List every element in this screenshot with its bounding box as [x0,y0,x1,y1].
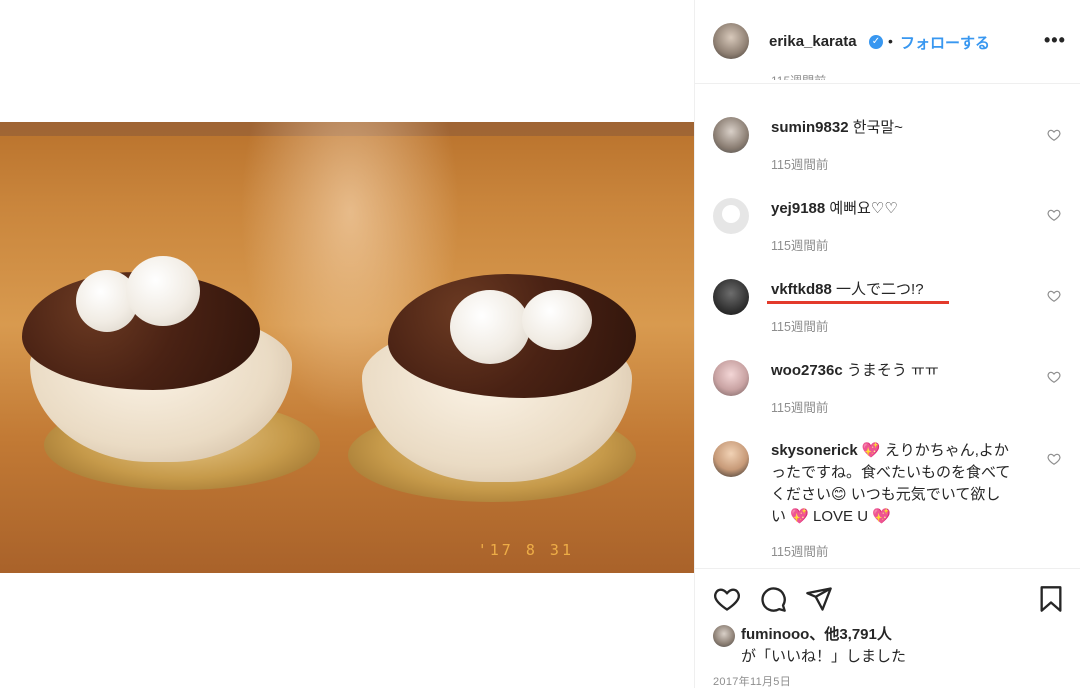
comment-like-icon[interactable] [1047,370,1061,384]
author-username[interactable]: erika_karata [769,33,857,50]
comment-body: sumin9832 한국말~ [771,117,1041,139]
verified-badge-icon: ✓ [869,35,883,49]
comment-username[interactable]: sumin9832 [771,119,849,136]
comment-body: yej9188 예뻐요♡♡ [771,198,1041,220]
comment-text: 一人で二つ!? [836,281,924,298]
comment-text: 예뻐요♡♡ [829,200,898,217]
likes-summary[interactable]: fuminooo、他3,791人 [741,623,892,644]
author-avatar[interactable] [713,23,749,59]
comment-body: skysonerick 💖 えりかちゃん,よか ったですね。食べたいものを食べて… [771,440,1031,528]
comment-time[interactable]: 115週間前 [771,235,828,254]
comment-like-icon[interactable] [1047,289,1061,303]
post-media-area: '17 8 31 [0,0,694,688]
more-options-button[interactable]: ••• [1044,30,1066,51]
comment-like-icon[interactable] [1047,128,1061,142]
commenter-avatar[interactable] [713,279,749,315]
comment-time[interactable]: 115週間前 [771,154,828,173]
comment-body: woo2736c うまそう ㅠㅠ [771,360,1041,382]
post-header: erika_karata ✓ • フォローする ••• 115週間前 [695,0,1080,84]
comment-text-line-1: 💖 えりかちゃん,よか [861,442,1009,459]
likes-summary-suffix: が「いいね！」しました [741,648,907,665]
photo-date-stamp: '17 8 31 [477,541,574,559]
red-highlight-underline [767,301,949,304]
comment-like-icon[interactable] [1047,208,1061,222]
post-date[interactable]: 2017年11月5日 [713,673,791,688]
comment-text-line-2: ったですね。食べたいものを食べて [771,464,1011,481]
comment-text-line-4: い 💖 LOVE U 💖 [771,508,891,525]
commenter-avatar[interactable] [713,360,749,396]
comment-text-line-3: ください😊 いつも元気でいて欲し [771,486,1001,503]
follow-button[interactable]: フォローする [900,32,990,53]
header-separator: • [888,33,893,49]
heart-icon[interactable] [713,585,741,613]
comment-text: 한국말~ [852,119,903,136]
comment-body: vkftkd88 一人で二つ!? [771,279,1041,301]
comment-time[interactable]: 115週間前 [771,541,828,560]
commenter-avatar[interactable] [713,117,749,153]
right-mochi-ball-2 [522,290,592,350]
comment-time[interactable]: 115週間前 [771,397,828,416]
comment-icon[interactable] [759,585,787,613]
comment-username[interactable]: woo2736c [771,362,843,379]
comment-like-icon[interactable] [1047,452,1061,466]
clipped-comment-time: 115週間前 [771,70,826,80]
comment-username[interactable]: skysonerick [771,442,858,459]
comment-username[interactable]: yej9188 [771,200,825,217]
commenter-avatar[interactable] [713,198,749,234]
share-icon[interactable] [805,585,833,613]
commenter-avatar[interactable] [713,441,749,477]
post-photo[interactable]: '17 8 31 [0,122,694,573]
post-sidebar: erika_karata ✓ • フォローする ••• 115週間前 sumin… [694,0,1080,688]
liker-avatar[interactable] [713,625,735,647]
right-mochi-ball-1 [450,290,530,364]
left-mochi-ball-2 [126,256,200,326]
post-actions-bar: fuminooo、他3,791人 が「いいね！」しました 2017年11月5日 [695,568,1080,688]
comment-username[interactable]: vkftkd88 [771,281,832,298]
bookmark-icon[interactable] [1037,585,1065,613]
comment-time[interactable]: 115週間前 [771,316,828,335]
comment-text: うまそう ㅠㅠ [846,362,939,379]
